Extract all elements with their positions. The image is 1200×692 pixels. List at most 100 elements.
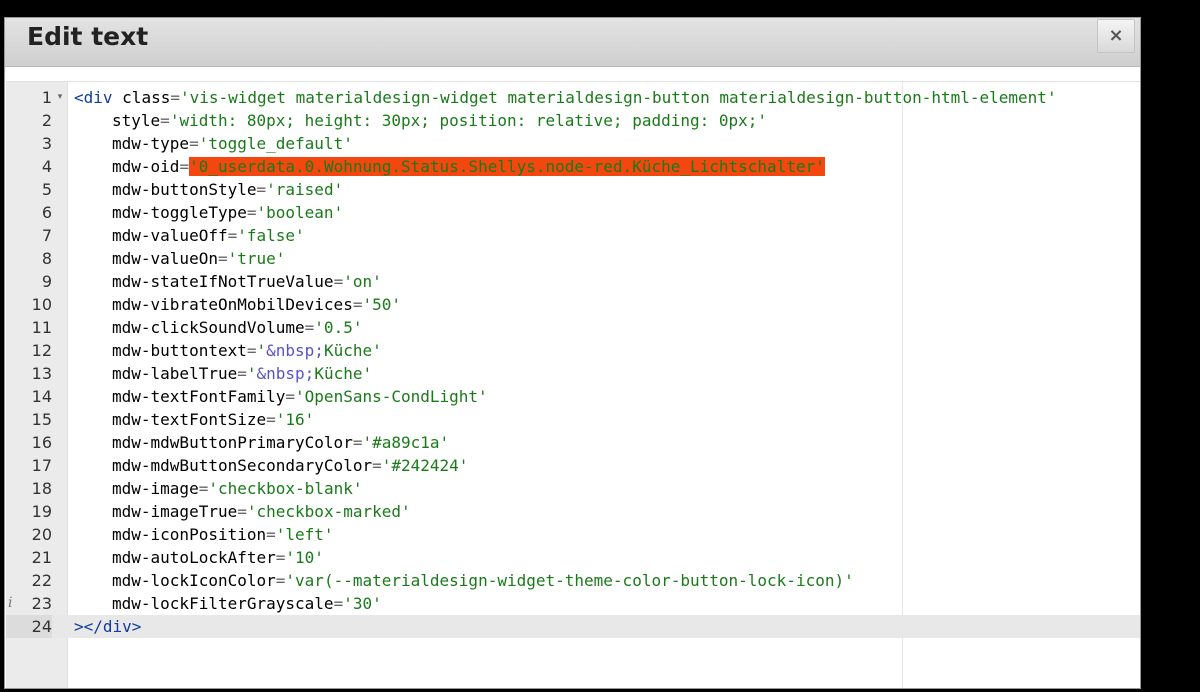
code-line[interactable]: 15 mdw-textFontSize='16' — [6, 408, 1140, 431]
attribute-name: mdw-iconPosition — [112, 525, 267, 544]
code-line[interactable]: 21 mdw-autoLockAfter='10' — [6, 546, 1140, 569]
line-number: 11 — [31, 318, 52, 337]
attribute-value: '16' — [275, 410, 315, 429]
equals-sign: = — [217, 249, 228, 268]
close-button[interactable]: × — [1097, 19, 1135, 53]
code-line[interactable]: 16 mdw-mdwButtonPrimaryColor='#a89c1a' — [6, 431, 1140, 454]
equals-sign: = — [266, 410, 276, 429]
attribute-name: mdw-toggleType — [112, 203, 247, 222]
code-editor[interactable]: 1 ▾ <div class='vis-widget materialdesign-… — [6, 81, 1140, 688]
code-line[interactable]: 10 mdw-vibrateOnMobilDevices='50' — [6, 293, 1140, 316]
line-number: 23 — [31, 594, 52, 613]
code-line[interactable]: 12 mdw-buttontext='&nbsp;Küche' — [6, 339, 1140, 362]
attribute-value: ' — [246, 364, 257, 383]
code-line[interactable]: 22 mdw-lockIconColor='var(--materialdesig… — [6, 569, 1140, 592]
attribute-name: mdw-buttonStyle — [112, 180, 257, 199]
code-lines[interactable]: 1 ▾ <div class='vis-widget materialdesign-… — [6, 86, 1140, 638]
attribute-name: mdw-autoLockAfter — [112, 548, 276, 567]
code-line[interactable]: 3 mdw-type='toggle_default' — [6, 132, 1140, 155]
attribute-name: class — [122, 88, 171, 107]
attribute-value: 'on' — [343, 272, 382, 291]
attribute-value: '50' — [362, 295, 401, 314]
code-text: mdw-image='checkbox-blank' — [74, 477, 362, 500]
line-number: 21 — [31, 548, 52, 567]
attribute-value: 'width: 80px; height: 30px; position: re… — [169, 111, 768, 130]
equals-sign: = — [333, 272, 344, 291]
code-text: mdw-valueOff='false' — [74, 224, 305, 247]
code-line[interactable]: 1 ▾ <div class='vis-widget materialdesign-… — [6, 86, 1140, 109]
attribute-value: 'checkbox-marked' — [246, 502, 411, 521]
tag-name: <div — [74, 88, 113, 107]
dialog-title: Edit text — [27, 22, 149, 51]
attribute-name: mdw-buttontext — [112, 341, 247, 360]
attribute-name: mdw-mdwButtonPrimaryColor — [112, 433, 353, 452]
code-line[interactable]: 17 mdw-mdwButtonSecondaryColor='#242424' — [6, 454, 1140, 477]
equals-sign: = — [285, 387, 296, 406]
attribute-name: mdw-valueOff — [112, 226, 228, 245]
code-text: <div class='vis-widget materialdesign-wi… — [74, 86, 1057, 109]
code-line[interactable]: 13 mdw-labelTrue='&nbsp;Küche' — [6, 362, 1140, 385]
code-line[interactable]: 14 mdw-textFontFamily='OpenSans-CondLight… — [6, 385, 1140, 408]
code-line[interactable]: 6 mdw-toggleType='boolean' — [6, 201, 1140, 224]
equals-sign: = — [333, 594, 344, 613]
screen-background: Edit text × 1 ▾ <div class='vis-widget mat… — [0, 0, 1200, 692]
attribute-value: 'left' — [275, 525, 334, 544]
dialog-titlebar[interactable]: Edit text × — [5, 18, 1140, 67]
line-number: 17 — [31, 456, 52, 475]
code-line[interactable]: 5 mdw-buttonStyle='raised' — [6, 178, 1140, 201]
attribute-name: mdw-lockIconColor — [112, 571, 276, 590]
code-line[interactable]: 18 mdw-image='checkbox-blank' — [6, 477, 1140, 500]
attribute-name: mdw-textFontFamily — [112, 387, 286, 406]
code-text: mdw-toggleType='boolean' — [74, 201, 343, 224]
code-line[interactable]: 20 mdw-iconPosition='left' — [6, 523, 1140, 546]
equals-sign: = — [372, 456, 382, 475]
fold-toggle-icon[interactable]: ▾ — [54, 86, 66, 109]
code-text: mdw-mdwButtonSecondaryColor='#242424' — [74, 454, 468, 477]
attribute-value: ' — [256, 341, 267, 360]
tag-name: ></div> — [74, 617, 142, 636]
attribute-value: '10' — [285, 548, 324, 567]
code-line[interactable]: 7 mdw-valueOff='false' — [6, 224, 1140, 247]
code-text: mdw-buttontext='&nbsp;Küche' — [74, 339, 382, 362]
line-number: 15 — [31, 410, 52, 429]
code-line[interactable]: 19 mdw-imageTrue='checkbox-marked' — [6, 500, 1140, 523]
equals-sign: = — [170, 88, 180, 107]
line-number: 18 — [31, 479, 52, 498]
code-line[interactable]: 8 mdw-valueOn='true' — [6, 247, 1140, 270]
code-line[interactable]: 11 mdw-clickSoundVolume='0.5' — [6, 316, 1140, 339]
attribute-value: 'false' — [237, 226, 305, 245]
info-icon: i — [8, 595, 13, 611]
equals-sign: = — [189, 134, 199, 153]
line-number: 24 — [6, 615, 52, 638]
attribute-name: mdw-image — [112, 479, 199, 498]
line-number: 19 — [31, 502, 52, 521]
attribute-value: 'boolean' — [256, 203, 344, 222]
code-text: mdw-textFontFamily='OpenSans-CondLight' — [74, 385, 488, 408]
line-number: 3 — [41, 134, 52, 153]
code-text: mdw-vibrateOnMobilDevices='50' — [74, 293, 401, 316]
code-line[interactable]: 9 mdw-stateIfNotTrueValue='on' — [6, 270, 1140, 293]
equals-sign: = — [237, 502, 247, 521]
code-text: mdw-autoLockAfter='10' — [74, 546, 324, 569]
code-line[interactable]: 23 i mdw-lockFilterGrayscale='30' — [6, 592, 1140, 615]
attribute-value: '0.5' — [314, 318, 363, 337]
attribute-name: mdw-labelTrue — [112, 364, 238, 383]
equals-sign: = — [227, 226, 238, 245]
attribute-value: 'toggle_default' — [198, 134, 353, 153]
code-text: mdw-lockIconColor='var(--materialdesign-… — [74, 569, 854, 592]
equals-sign: = — [275, 571, 286, 590]
equals-sign: = — [266, 525, 276, 544]
edit-text-dialog: Edit text × 1 ▾ <div class='vis-widget mat… — [4, 17, 1141, 689]
equals-sign: = — [179, 157, 190, 176]
equals-sign: = — [237, 364, 247, 383]
code-line[interactable]: 24 ></div> — [6, 615, 1140, 638]
attribute-name: mdw-clickSoundVolume — [112, 318, 305, 337]
code-text: mdw-mdwButtonPrimaryColor='#a89c1a' — [74, 431, 449, 454]
code-text: mdw-valueOn='true' — [74, 247, 285, 270]
attribute-name: style — [112, 111, 161, 130]
equals-sign: = — [275, 548, 286, 567]
attribute-value: '#242424' — [381, 456, 469, 475]
attribute-name: mdw-stateIfNotTrueValue — [112, 272, 334, 291]
code-line[interactable]: 4 mdw-oid='0_userdata.0.Wohnung.Status.Sh… — [6, 155, 1140, 178]
code-line[interactable]: 2 style='width: 80px; height: 30px; posit… — [6, 109, 1140, 132]
